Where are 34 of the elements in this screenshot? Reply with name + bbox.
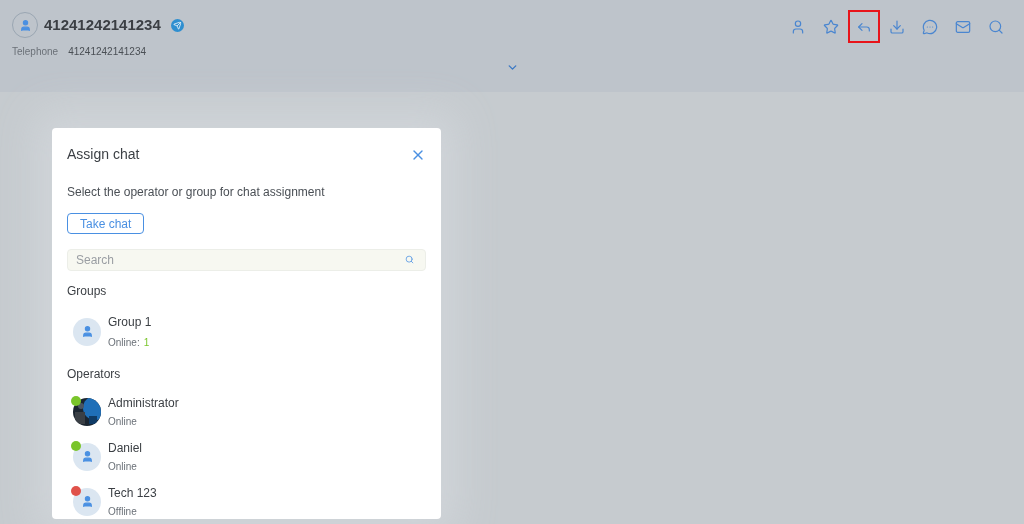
dialog-title: Assign chat <box>67 145 140 164</box>
user-icon <box>80 450 94 463</box>
star-icon <box>823 18 839 35</box>
user-icon <box>80 325 94 338</box>
paper-plane-icon <box>170 18 184 32</box>
field-value: 41241242141234 <box>68 45 147 59</box>
user-icon <box>790 18 806 35</box>
operator-name: Administrator <box>108 395 179 412</box>
operator-status: Online <box>108 460 138 474</box>
user-icon <box>80 495 94 508</box>
operator-item[interactable]: Daniel Online <box>67 439 426 474</box>
operator-name: Daniel <box>108 440 143 457</box>
operator-item[interactable]: Administrator Online <box>67 394 426 429</box>
search-field[interactable]: Search <box>67 249 426 271</box>
user-icon <box>18 18 32 32</box>
operator-item[interactable]: Tech 123 Offline <box>67 484 426 519</box>
reply-button[interactable] <box>848 10 880 43</box>
group-name: Group 1 <box>108 314 152 331</box>
section-heading: Operators <box>67 366 122 383</box>
description: Select the operator or group for chat assignment <box>67 184 326 201</box>
online-label: Online: <box>108 336 140 350</box>
operator-name: Tech 123 <box>108 485 157 502</box>
section-heading: Groups <box>67 283 108 300</box>
operator-status: Online <box>108 415 138 429</box>
download-icon <box>889 18 905 35</box>
group-item[interactable]: Group 1 Online: 1 <box>67 313 426 350</box>
operator-status: Offline <box>108 505 138 519</box>
chat-icon <box>922 18 938 35</box>
search-icon <box>988 18 1004 35</box>
contact-name: 41241242141234 <box>44 14 161 35</box>
online-count: 1 <box>143 336 150 350</box>
search-icon <box>405 255 414 264</box>
mail-icon <box>955 18 971 35</box>
field-label: Telephone <box>12 45 59 59</box>
